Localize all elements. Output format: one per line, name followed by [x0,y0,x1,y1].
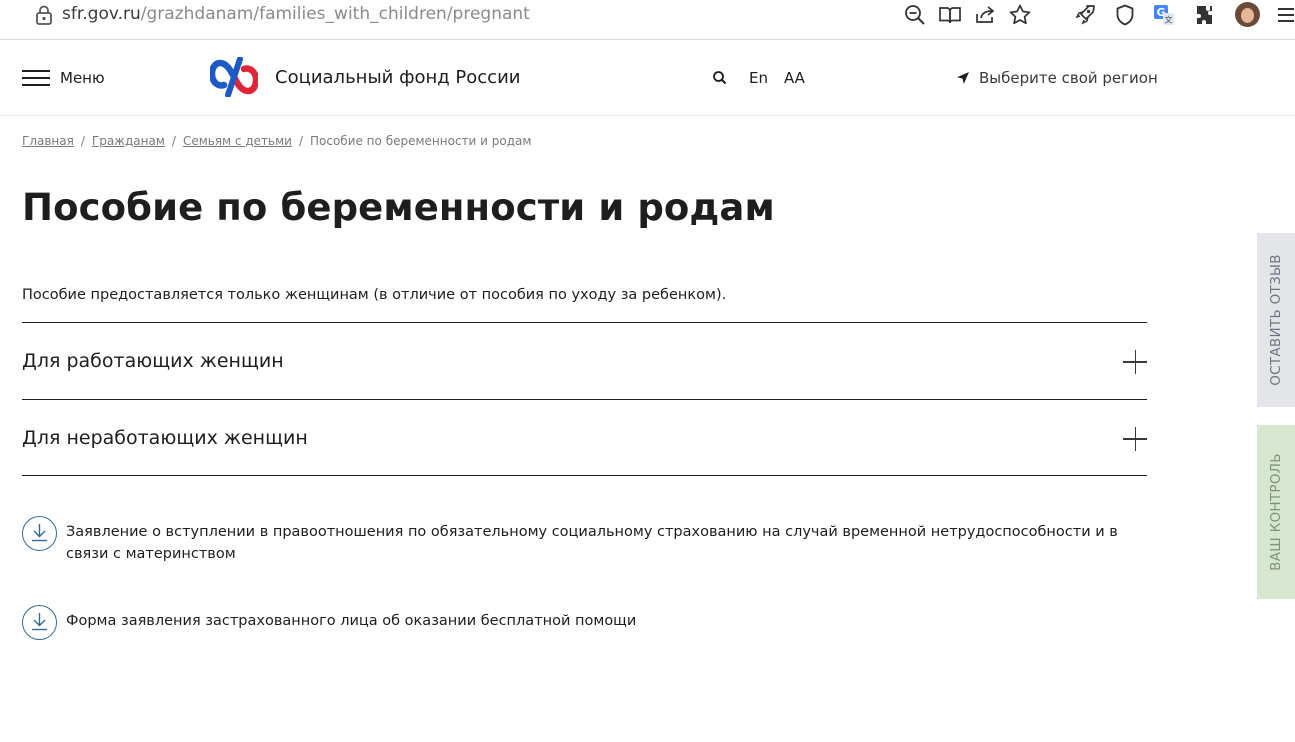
accordion: Для работающих женщин Для неработающих ж… [22,322,1147,476]
lock-icon[interactable] [34,4,54,26]
feedback-tab-label: ОСТАВИТЬ ОТЗЫВ [1268,254,1284,386]
menu-button[interactable]: Меню [22,67,105,89]
font-size-button[interactable]: AA [784,69,805,87]
language-switch[interactable]: En [749,69,768,87]
extensions-icon[interactable] [1193,3,1217,27]
document-title[interactable]: Форма заявления застрахованного лица об … [66,605,1146,632]
reader-view-icon[interactable] [938,3,962,27]
shield-icon[interactable] [1113,3,1137,27]
region-label: Выберите свой регион [979,69,1158,87]
accordion-title: Для работающих женщин [22,350,284,372]
address-bar[interactable]: sfr.gov.ru/grazhdanam/families_with_chil… [62,4,530,24]
document-link[interactable]: Форма заявления застрахованного лица об … [22,605,1147,640]
bookmark-star-icon[interactable] [1008,3,1032,27]
document-title[interactable]: Заявление о вступлении в правоотношения … [66,516,1146,565]
control-tab-label: ВАШ КОНТРОЛЬ [1268,453,1284,571]
browser-toolbar: sfr.gov.ru/grazhdanam/families_with_chil… [0,0,1295,40]
download-icon[interactable] [22,605,57,640]
region-selector[interactable]: Выберите свой регион [956,69,1158,87]
url-host: sfr.gov.ru [62,4,141,24]
breadcrumb-citizens[interactable]: Гражданам [92,134,165,148]
translate-icon[interactable]: G文 [1152,3,1176,27]
hamburger-icon [22,70,50,86]
breadcrumb-families[interactable]: Семьям с детьми [183,134,292,148]
share-icon[interactable] [973,3,997,27]
breadcrumb-separator: / [298,134,303,148]
accordion-item-nonworking[interactable]: Для неработающих женщин [22,399,1147,476]
location-arrow-icon [957,72,969,84]
svg-text:文: 文 [1165,15,1173,25]
breadcrumb-separator: / [80,134,85,148]
accordion-item-working[interactable]: Для работающих женщин [22,322,1147,399]
sfr-logo-icon[interactable] [208,56,260,98]
url-path: /grazhdanam/families_with_children/pregn… [140,4,530,24]
zoom-out-icon[interactable] [903,3,927,27]
download-icon[interactable] [22,516,57,551]
breadcrumb-current: Пособие по беременности и родам [309,134,532,148]
brand-name[interactable]: Социальный фонд России [275,67,520,88]
avatar[interactable] [1235,2,1260,27]
intro-text: Пособие предоставляется только женщинам … [22,287,727,303]
browser-menu-icon[interactable] [1274,3,1295,27]
menu-label: Меню [60,69,105,87]
document-link[interactable]: Заявление о вступлении в правоотношения … [22,516,1147,565]
plus-icon[interactable] [1123,427,1147,451]
your-control-tab[interactable]: ВАШ КОНТРОЛЬ [1257,425,1295,599]
avatar-face [1241,8,1254,23]
search-icon[interactable] [712,70,728,86]
plus-icon[interactable] [1123,350,1147,374]
rocket-icon[interactable] [1073,3,1097,27]
breadcrumb-home[interactable]: Главная [22,134,74,148]
page-title: Пособие по беременности и родам [22,186,775,229]
leave-feedback-tab[interactable]: ОСТАВИТЬ ОТЗЫВ [1257,233,1295,407]
breadcrumb: Главная / Гражданам / Семьям с детьми / Пособи… [22,134,531,148]
site-header: Меню Социальный фонд России En AA Выбери… [0,40,1295,116]
accordion-title: Для неработающих женщин [22,427,308,449]
breadcrumb-separator: / [171,134,176,148]
